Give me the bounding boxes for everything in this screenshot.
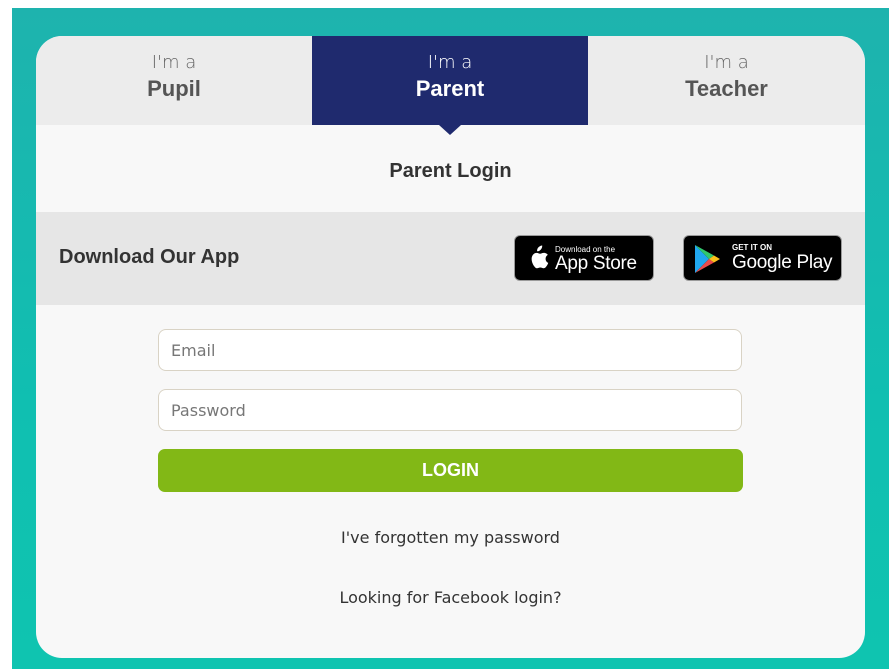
google-play-icon bbox=[695, 245, 720, 273]
tab-teacher-prefix: I'm a bbox=[704, 52, 749, 73]
tab-pupil-prefix: I'm a bbox=[151, 52, 197, 73]
email-field[interactable] bbox=[158, 329, 742, 371]
facebook-login-link[interactable]: Looking for Facebook login? bbox=[36, 588, 865, 607]
role-tabs: I'm a Pupil I'm a Parent I'm a Teacher bbox=[36, 36, 865, 135]
login-button[interactable]: LOGIN bbox=[158, 449, 743, 492]
apple-icon bbox=[531, 245, 549, 269]
google-play-badge[interactable]: GET IT ON Google Play bbox=[683, 235, 842, 281]
tab-parent-prefix: I'm a bbox=[427, 52, 473, 73]
tab-teacher-label: Teacher bbox=[685, 76, 768, 101]
tab-pupil[interactable]: I'm a Pupil bbox=[36, 36, 312, 125]
tab-pupil-label: Pupil bbox=[147, 76, 201, 101]
page-title: Parent Login bbox=[389, 160, 512, 182]
app-store-badge[interactable]: Download on the App Store bbox=[514, 235, 654, 281]
forgot-password-link[interactable]: I've forgotten my password bbox=[36, 528, 865, 547]
google-play-small-text: GET IT ON bbox=[732, 243, 772, 252]
download-app-label: Download Our App bbox=[59, 246, 240, 268]
tab-parent-label: Parent bbox=[415, 76, 485, 101]
tab-parent[interactable]: I'm a Parent bbox=[312, 36, 588, 135]
google-play-big-text: Google Play bbox=[732, 252, 833, 273]
login-card: I'm a Pupil I'm a Parent I'm a Teacher P… bbox=[36, 36, 865, 658]
password-field[interactable] bbox=[158, 389, 742, 431]
download-app-section: Download Our App Download on the App Sto… bbox=[36, 212, 865, 305]
app-store-big-text: App Store bbox=[555, 253, 637, 274]
tab-teacher[interactable]: I'm a Teacher bbox=[588, 36, 865, 125]
